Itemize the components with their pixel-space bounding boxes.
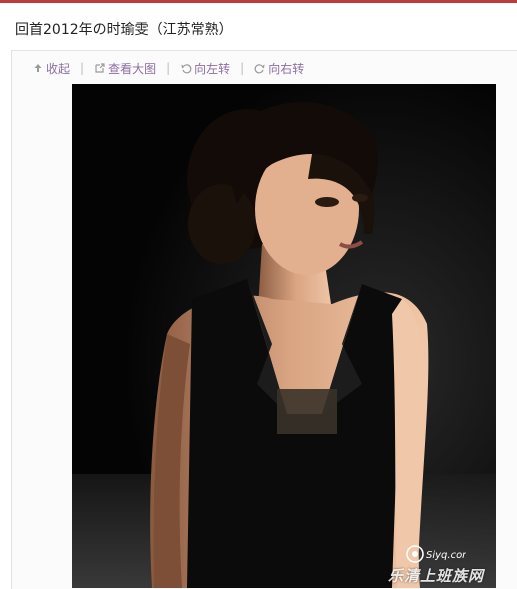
rotate-left-label: 向左转 [194, 61, 231, 76]
collapse-label: 收起 [46, 61, 71, 76]
toolbar-separator: | [240, 61, 245, 75]
post-title: 回首2012年の时瑜雯（江苏常熟） [15, 22, 233, 38]
view-large-label: 查看大图 [108, 61, 157, 76]
top-accent-rule [0, 0, 517, 3]
collapse-button[interactable]: 收起 [32, 60, 70, 77]
site-logo-icon: Siyq.com [406, 545, 466, 563]
image-toolbar: 收起 | 查看大图 | 向左转 | 向右转 [32, 59, 304, 77]
portrait-photo [72, 84, 496, 588]
toolbar-separator: | [80, 61, 85, 75]
open-large-icon [94, 62, 106, 74]
rotate-right-icon [254, 62, 266, 74]
rotate-left-icon [180, 62, 192, 74]
watermark-text: 乐清上班族网 [387, 567, 484, 585]
logo-text: Siyq.com [426, 550, 466, 561]
main-photo[interactable]: Siyq.com 乐清上班族网 [72, 84, 496, 588]
collapse-up-icon [32, 62, 44, 74]
toolbar-separator: | [166, 61, 171, 75]
rotate-right-label: 向右转 [268, 61, 305, 76]
view-large-button[interactable]: 查看大图 [94, 60, 156, 77]
rotate-left-button[interactable]: 向左转 [180, 60, 230, 77]
rotate-right-button[interactable]: 向右转 [254, 60, 304, 77]
